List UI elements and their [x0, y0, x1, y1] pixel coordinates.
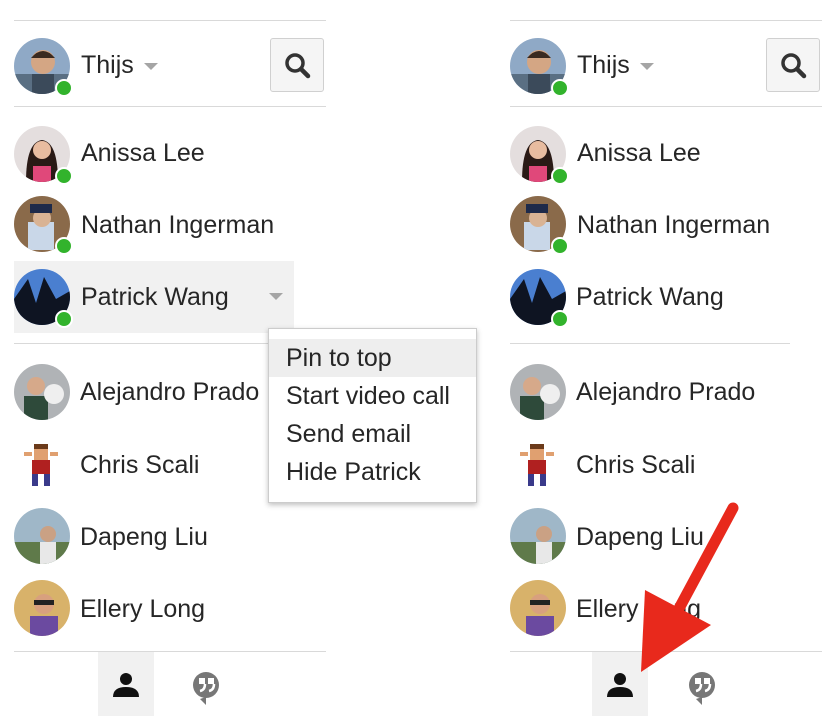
- red-arrow-icon: [641, 502, 739, 672]
